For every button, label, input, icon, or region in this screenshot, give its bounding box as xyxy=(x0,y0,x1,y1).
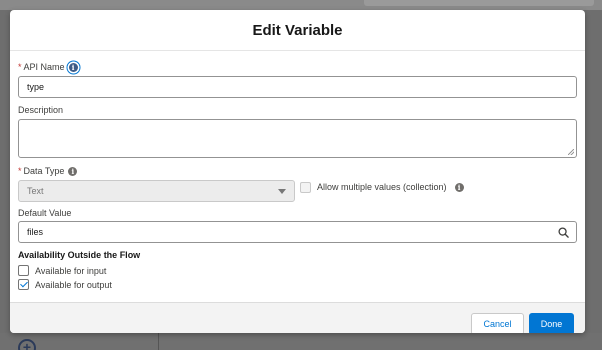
modal-footer: Cancel Done xyxy=(10,302,585,333)
allow-multiple-checkbox[interactable] xyxy=(300,181,311,193)
cancel-button[interactable]: Cancel xyxy=(471,313,524,333)
description-textarea[interactable] xyxy=(18,119,577,158)
default-value-input[interactable]: files xyxy=(18,221,577,243)
search-icon[interactable] xyxy=(558,227,569,238)
available-for-input-row[interactable]: Available for input xyxy=(18,265,106,276)
add-icon: + xyxy=(18,339,36,350)
available-for-input-checkbox[interactable] xyxy=(18,265,29,276)
background-page-header xyxy=(0,0,602,10)
description-label: Description xyxy=(18,105,64,115)
default-value-value: files xyxy=(27,227,44,237)
data-type-select[interactable]: Text xyxy=(18,180,295,202)
availability-heading: Availability Outside the Flow xyxy=(18,250,141,260)
background-field xyxy=(364,0,594,6)
modal-header: Edit Variable xyxy=(10,10,585,51)
available-for-input-label: Available for input xyxy=(35,265,107,276)
available-for-output-row[interactable]: Available for output xyxy=(18,279,112,290)
api-name-label-text: API Name xyxy=(23,62,65,72)
default-value-label: Default Value xyxy=(18,208,72,218)
allow-multiple-label: Allow multiple values (collection) xyxy=(317,182,447,192)
available-for-output-label: Available for output xyxy=(35,279,112,290)
allow-multiple-checkbox-row[interactable]: Allow multiple values (collection) i xyxy=(300,180,464,194)
required-marker: * xyxy=(18,166,22,176)
background-canvas: + xyxy=(0,333,602,350)
data-type-label: * Data Type i xyxy=(18,166,78,176)
modal-title: Edit Variable xyxy=(252,21,343,39)
done-button[interactable]: Done xyxy=(529,313,574,333)
api-name-value: type xyxy=(27,82,45,92)
edit-variable-modal: Edit Variable * API Name i type Descript… xyxy=(10,10,585,333)
info-icon[interactable]: i xyxy=(68,166,78,176)
info-icon[interactable]: i xyxy=(454,182,464,192)
api-name-input[interactable]: type xyxy=(18,76,577,98)
resize-grip-icon[interactable] xyxy=(568,149,574,155)
data-type-value: Text xyxy=(27,186,44,196)
available-for-output-checkbox[interactable] xyxy=(18,279,29,290)
divider xyxy=(158,333,159,350)
info-icon[interactable]: i xyxy=(68,62,78,72)
data-type-label-text: Data Type xyxy=(23,166,65,176)
chevron-down-icon xyxy=(278,189,286,194)
api-name-label: * API Name i xyxy=(18,62,78,72)
required-marker: * xyxy=(18,62,22,72)
